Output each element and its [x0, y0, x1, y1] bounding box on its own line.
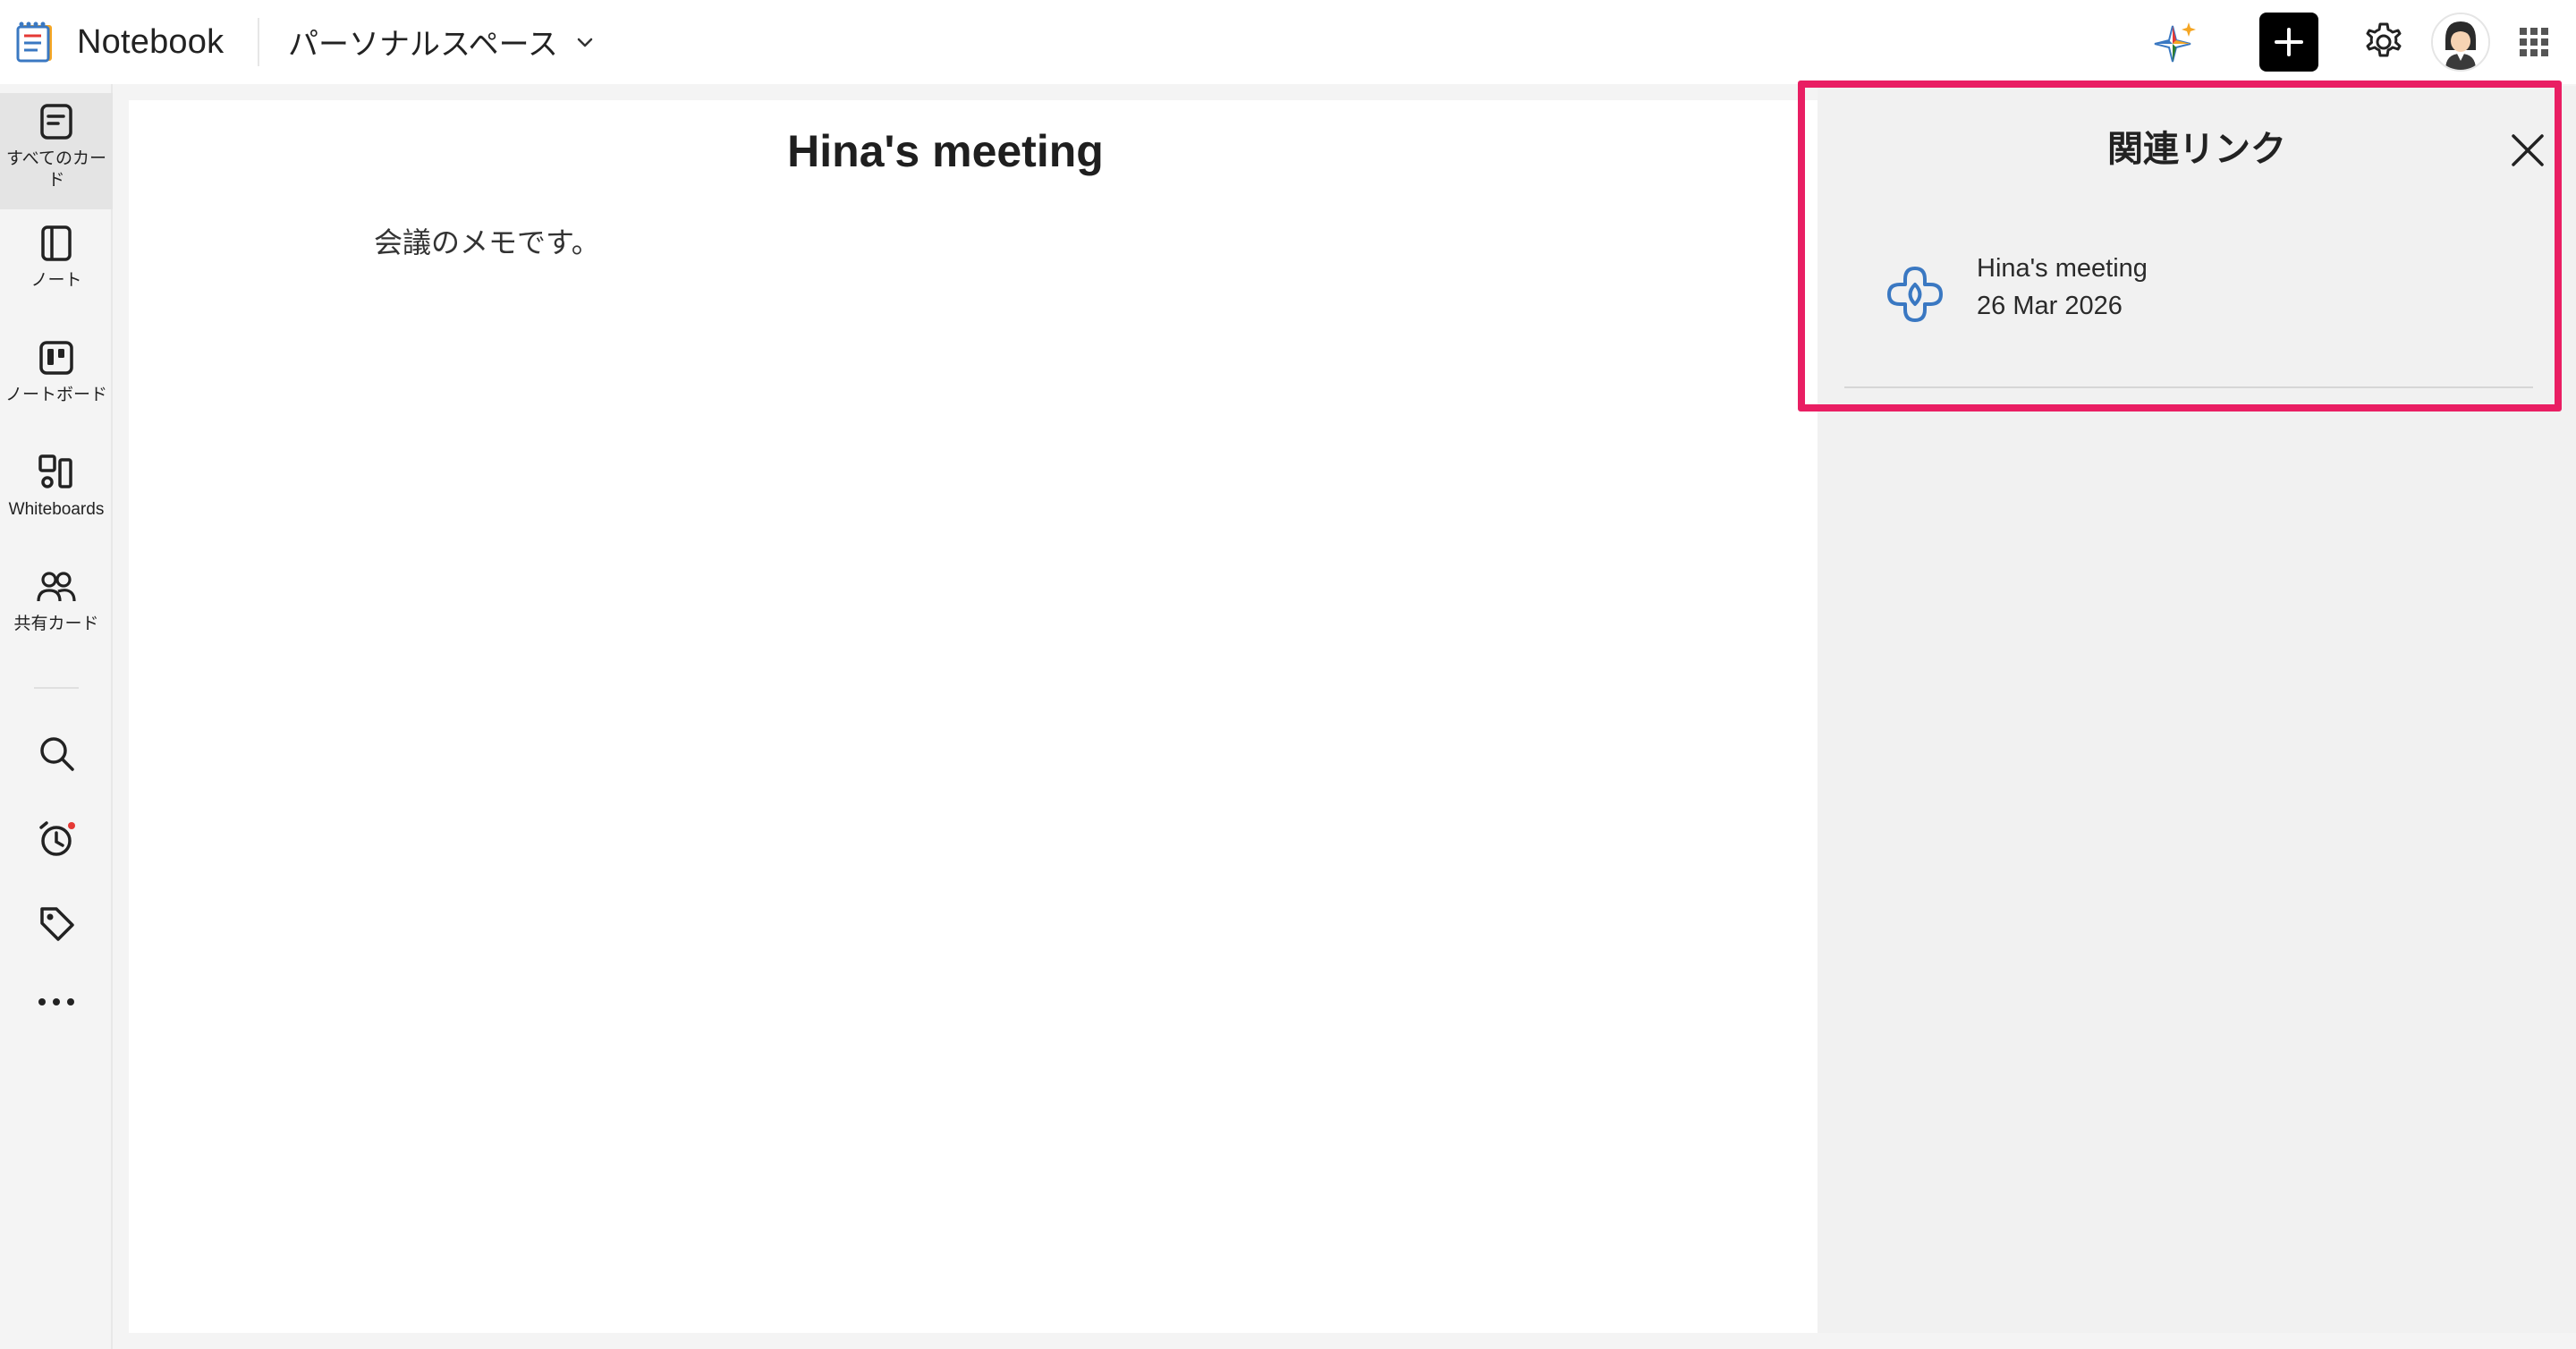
top-bar: Notebook パーソナルスペース [0, 0, 2576, 84]
note-body[interactable]: 会議のメモです。 [374, 220, 600, 261]
tag-icon [40, 907, 74, 941]
rail-divider [34, 687, 79, 689]
avatar-image [2433, 14, 2488, 70]
user-avatar[interactable] [2431, 13, 2490, 72]
space-switcher[interactable]: パーソナルスペース [288, 20, 596, 64]
reminder-icon [39, 821, 75, 856]
nav-all-cards[interactable]: すべてのカード [0, 93, 113, 209]
space-name: パーソナルスペース [288, 28, 558, 62]
meeting-link-icon [1887, 267, 1943, 322]
ai-assistant-button[interactable] [2147, 13, 2206, 72]
gear-icon [2366, 22, 2402, 57]
nav-noteboards[interactable]: ノートボード [0, 335, 113, 424]
note-editor[interactable]: Hina's meeting 会議のメモです。 [129, 100, 1818, 1333]
tags-button[interactable] [30, 896, 83, 950]
settings-button[interactable] [2354, 13, 2413, 72]
nav-whiteboards-label: Whiteboards [8, 500, 105, 519]
topbar-divider [258, 18, 259, 66]
close-panel-button[interactable] [2504, 127, 2551, 174]
whiteboard-icon [38, 454, 72, 488]
nav-whiteboards[interactable]: Whiteboards [0, 449, 113, 539]
related-link-date: 26 Mar 2026 [1977, 292, 2123, 320]
nav-all-cards-label: すべてのカード [6, 149, 106, 190]
more-icon [38, 998, 74, 1005]
noteboard-icon [39, 341, 73, 375]
notebook-icon [41, 225, 72, 261]
search-button[interactable] [30, 726, 83, 780]
close-icon [2512, 134, 2544, 166]
plus-icon [2275, 28, 2303, 56]
app-name: Notebook [77, 22, 225, 61]
nav-noteboards-label: ノートボード [4, 386, 107, 404]
app-launcher-button[interactable] [2504, 13, 2563, 72]
nav-notebooks-label: ノート [30, 271, 82, 290]
nav-shared-cards[interactable]: 共有カード [0, 564, 113, 653]
left-navigation: すべてのカード ノート ノートボード Whiteboards 共有カード [0, 84, 113, 1349]
related-links-title: 関連リンク [2107, 130, 2286, 169]
more-button[interactable] [30, 975, 83, 1029]
nav-shared-cards-label: 共有カード [13, 615, 99, 633]
reminders-button[interactable] [30, 812, 83, 866]
related-link-item[interactable]: Hina's meeting 26 Mar 2026 [1844, 245, 2542, 352]
chevron-down-icon [577, 38, 593, 47]
all-cards-icon [40, 104, 72, 140]
note-title[interactable]: Hina's meeting [129, 125, 1762, 177]
panel-divider [1844, 386, 2533, 388]
related-links-panel: 関連リンク Hina's meeting 26 Mar 2026 [1818, 86, 2576, 1333]
new-card-button[interactable] [2259, 13, 2318, 72]
notebook-logo-icon [16, 21, 52, 63]
sparkle-icon [2154, 22, 2196, 63]
grid-apps-icon [2520, 28, 2548, 56]
search-icon [40, 737, 74, 771]
app-brand[interactable]: Notebook [13, 20, 224, 64]
nav-notebooks[interactable]: ノート [0, 220, 113, 310]
related-link-title: Hina's meeting [1977, 254, 2148, 283]
shared-people-icon [37, 572, 76, 602]
